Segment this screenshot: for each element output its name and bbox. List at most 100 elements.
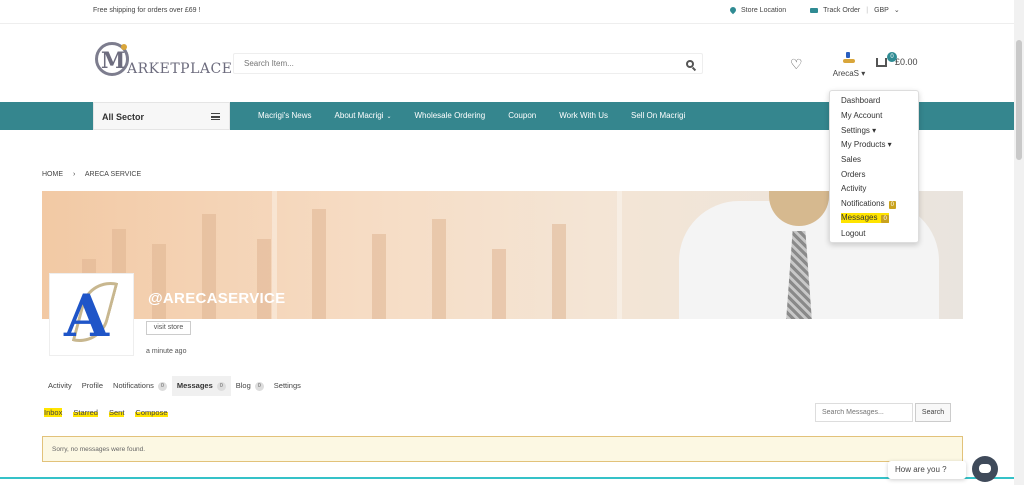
menu-item-sales[interactable]: Sales bbox=[841, 155, 861, 164]
tab-settings[interactable]: Settings bbox=[269, 376, 306, 396]
logo-letter: M bbox=[101, 48, 126, 74]
scrollbar-thumb[interactable] bbox=[1016, 40, 1022, 160]
menu-item-orders[interactable]: Orders bbox=[841, 170, 865, 179]
free-shipping-notice: Free shipping for orders over £69 ! bbox=[93, 7, 201, 14]
nav-item-wholesale[interactable]: Wholesale Ordering bbox=[415, 111, 486, 120]
menu-item-messages[interactable]: Messages 0 bbox=[841, 213, 889, 223]
skyline-building bbox=[432, 219, 446, 319]
store-location-label: Store Location bbox=[741, 6, 787, 14]
tab-activity[interactable]: Activity bbox=[43, 376, 77, 396]
username-label: ArecaS ▾ bbox=[829, 69, 869, 78]
main-menu: Macrigi's News About Macrigi ⌄ Wholesale … bbox=[258, 111, 708, 120]
wishlist-heart-icon[interactable]: ♡ bbox=[790, 56, 803, 73]
tab-blog[interactable]: Blog 0 bbox=[231, 376, 269, 396]
hamburger-menu-icon bbox=[211, 113, 220, 120]
skyline-building bbox=[492, 249, 506, 319]
menu-item-notifications[interactable]: Notifications 0 bbox=[841, 199, 896, 209]
username-text: ArecaS bbox=[832, 69, 859, 78]
tab-blog-label: Blog bbox=[235, 381, 251, 390]
cart-count-badge: 0 bbox=[887, 52, 897, 62]
breadcrumb-home[interactable]: HOME bbox=[42, 171, 63, 178]
messages-count: 0 bbox=[881, 215, 889, 223]
nav-item-about[interactable]: About Macrigi ⌄ bbox=[335, 111, 392, 120]
no-messages-text: Sorry, no messages were found. bbox=[52, 446, 146, 453]
store-handle: @ARECASERVICE bbox=[148, 290, 286, 307]
messages-count-badge: 0 bbox=[216, 381, 226, 391]
message-search-box bbox=[815, 403, 913, 422]
all-sector-label: All Sector bbox=[102, 112, 145, 122]
nav-item-work-with-us[interactable]: Work With Us bbox=[559, 111, 608, 120]
logo-dot bbox=[121, 44, 127, 50]
nav-item-coupon[interactable]: Coupon bbox=[508, 111, 536, 120]
skyline-building bbox=[552, 224, 566, 319]
breadcrumb: HOME › ARECA SERVICE bbox=[42, 171, 141, 178]
tab-messages[interactable]: Messages 0 bbox=[171, 376, 231, 396]
top-bar-links: Store Location Track Order | GBP ⌄ bbox=[728, 5, 900, 15]
store-location-link[interactable]: Store Location bbox=[728, 5, 787, 15]
track-order-link[interactable]: Track Order bbox=[810, 7, 860, 14]
truck-icon bbox=[810, 7, 819, 13]
skyline-building bbox=[257, 239, 271, 319]
nav-item-news[interactable]: Macrigi's News bbox=[258, 111, 312, 120]
user-dropdown-menu: Dashboard My Account Settings ▾ My Produ… bbox=[829, 90, 919, 243]
chevron-down-icon: ⌄ bbox=[386, 114, 392, 120]
top-bar: Free shipping for orders over £69 ! Stor… bbox=[0, 0, 1024, 24]
visit-store-button[interactable]: visit store bbox=[146, 321, 191, 335]
tab-notifications-label: Notifications bbox=[113, 381, 154, 390]
menu-item-dashboard[interactable]: Dashboard bbox=[841, 96, 880, 105]
currency-selector[interactable]: GBP ⌄ bbox=[874, 6, 900, 15]
nav-item-sell[interactable]: Sell On Macrigi bbox=[631, 111, 685, 120]
store-avatar: A bbox=[49, 273, 134, 356]
menu-item-activity[interactable]: Activity bbox=[841, 184, 866, 193]
avatar-letter: A bbox=[64, 282, 110, 350]
subtab-inbox[interactable]: Inbox bbox=[44, 407, 63, 417]
subtab-starred[interactable]: Starred bbox=[73, 407, 98, 417]
caret-down-icon: ▾ bbox=[861, 69, 866, 78]
product-search-box bbox=[233, 53, 703, 74]
chat-bubble-icon[interactable] bbox=[972, 456, 998, 482]
window-frame bbox=[617, 191, 622, 319]
blog-count-badge: 0 bbox=[254, 381, 264, 391]
search-input[interactable] bbox=[244, 59, 664, 68]
last-seen-text: a minute ago bbox=[146, 348, 187, 355]
user-avatar-icon bbox=[841, 52, 857, 66]
tab-profile[interactable]: Profile bbox=[77, 376, 108, 396]
avatar-part bbox=[843, 59, 855, 63]
logo-wordmark: ARKETPLACE bbox=[127, 61, 233, 77]
tab-messages-label: Messages bbox=[176, 381, 213, 390]
all-sector-dropdown[interactable]: All Sector bbox=[93, 102, 230, 130]
breadcrumb-current: ARECA SERVICE bbox=[84, 171, 142, 178]
page-scrollbar[interactable] bbox=[1014, 0, 1024, 485]
avatar-part bbox=[846, 52, 850, 58]
messages-label: Messages bbox=[841, 213, 878, 222]
menu-item-my-account[interactable]: My Account bbox=[841, 111, 882, 120]
skyline-building bbox=[152, 244, 166, 319]
message-search-button[interactable]: Search bbox=[915, 403, 951, 422]
menu-item-my-products[interactable]: My Products ▾ bbox=[841, 140, 892, 149]
search-icon[interactable] bbox=[686, 60, 694, 68]
menu-item-logout[interactable]: Logout bbox=[841, 229, 865, 238]
menu-item-settings[interactable]: Settings ▾ bbox=[841, 126, 876, 135]
profile-tabs: Activity Profile Notifications 0 Messages… bbox=[43, 376, 306, 396]
message-search-input[interactable] bbox=[822, 409, 910, 416]
notifications-count-badge: 0 bbox=[157, 381, 167, 391]
currency-label: GBP bbox=[874, 6, 889, 14]
chat-prompt-text: How are you ? bbox=[895, 465, 947, 474]
chat-prompt-bubble[interactable]: How are you ? bbox=[888, 461, 966, 479]
track-order-label: Track Order bbox=[823, 6, 861, 14]
site-logo[interactable]: M ARKETPLACE bbox=[95, 42, 232, 82]
nav-item-about-label: About Macrigi bbox=[334, 111, 384, 120]
message-subtabs: Inbox Starred Sent Compose bbox=[44, 403, 179, 421]
user-menu-toggle[interactable]: ArecaS ▾ bbox=[829, 52, 869, 78]
chevron-down-icon: ⌄ bbox=[893, 7, 900, 14]
notifications-label: Notifications bbox=[841, 199, 885, 208]
skyline-building bbox=[372, 234, 386, 319]
divider: | bbox=[866, 6, 869, 14]
cart-icon bbox=[876, 57, 887, 67]
notifications-count: 0 bbox=[888, 201, 896, 209]
footer-divider bbox=[0, 477, 1024, 479]
cart-total: £0.00 bbox=[895, 57, 918, 67]
subtab-compose[interactable]: Compose bbox=[135, 407, 168, 417]
tab-notifications[interactable]: Notifications 0 bbox=[108, 376, 172, 396]
subtab-sent[interactable]: Sent bbox=[108, 407, 125, 417]
